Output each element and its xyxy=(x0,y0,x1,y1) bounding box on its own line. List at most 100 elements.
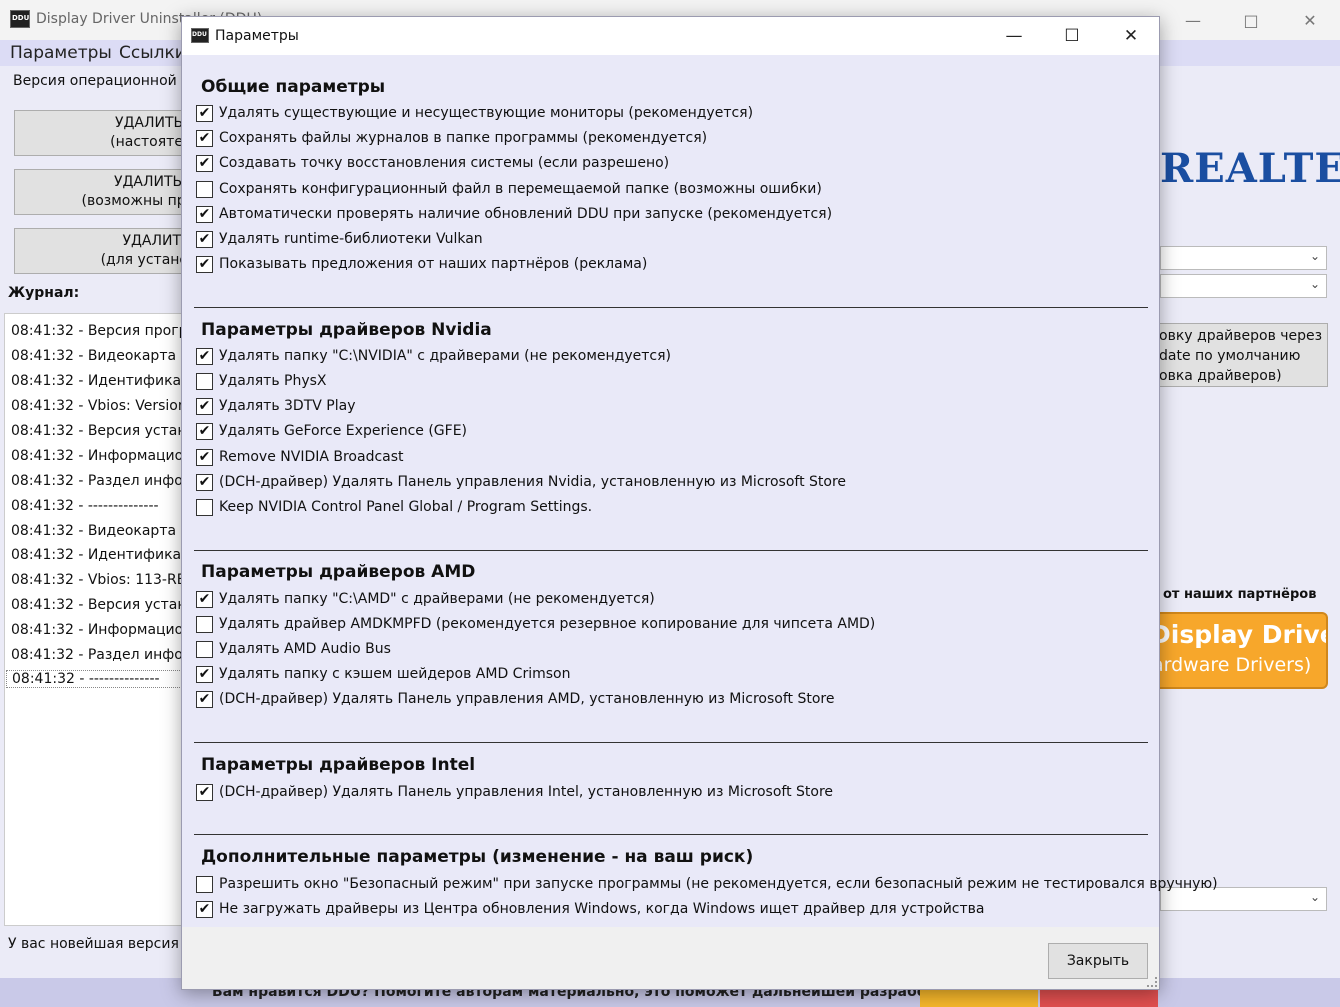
settings-content: Общие параметры ✔ Удалять существующие и … xyxy=(182,55,1218,927)
chevron-down-icon: ⌄ xyxy=(1309,890,1320,904)
option-keep-nvidia-settings[interactable]: Keep NVIDIA Control Panel Global / Progr… xyxy=(196,497,592,517)
dialog-title: Параметры xyxy=(215,28,299,44)
log-line: 08:41:32 - Информацион xyxy=(11,448,193,464)
checkbox[interactable]: ✔ xyxy=(196,473,213,491)
option-remove-nvidia-broadcast[interactable]: ✔ Remove NVIDIA Broadcast xyxy=(196,447,404,467)
ddu-app-icon xyxy=(191,28,209,43)
journal-label: Журнал: xyxy=(8,285,80,301)
log-list[interactable]: 08:41:32 - Версия програ 08:41:32 - Виде… xyxy=(4,313,204,926)
option-remove-physx[interactable]: Удалять PhysX xyxy=(196,371,327,391)
menu-item-links[interactable]: Ссылки xyxy=(119,43,186,63)
maximize-icon[interactable]: ☐ xyxy=(1043,17,1101,55)
checkbox[interactable]: ✔ xyxy=(196,154,213,172)
option-remove-amd-audio-bus[interactable]: Удалять AMD Audio Bus xyxy=(196,639,391,659)
ad-line2: ardware Drivers) xyxy=(1152,654,1312,676)
checkbox[interactable]: ✔ xyxy=(196,205,213,223)
section-divider xyxy=(194,834,1148,835)
option-safe-mode-window[interactable]: Разрешить окно "Безопасный режим" при за… xyxy=(196,874,1218,894)
checkbox[interactable]: ✔ xyxy=(196,665,213,683)
log-line: 08:41:32 - Версия установ xyxy=(11,597,204,613)
partners-label: от наших партнёров xyxy=(1163,587,1317,602)
option-roaming-config[interactable]: Сохранять конфигурационный файл в переме… xyxy=(196,179,822,199)
checkbox[interactable]: ✔ xyxy=(196,347,213,365)
log-line: 08:41:32 - Видеокарта #0 xyxy=(11,348,202,364)
checkbox[interactable]: ✔ xyxy=(196,230,213,248)
option-remove-vulkan[interactable]: ✔ Удалять runtime-библиотеки Vulkan xyxy=(196,229,483,249)
log-line: 08:41:32 - Версия установ xyxy=(11,423,204,439)
option-remove-monitors[interactable]: ✔ Удалять существующие и несуществующие м… xyxy=(196,103,753,123)
option-remove-intel-store-panel[interactable]: ✔ (DCH-драйвер) Удалять Панель управления… xyxy=(196,782,833,802)
option-check-updates[interactable]: ✔ Автоматически проверять наличие обновле… xyxy=(196,204,832,224)
checkbox[interactable]: ✔ xyxy=(196,900,213,918)
resize-grip-icon[interactable] xyxy=(1147,977,1157,987)
checkbox[interactable] xyxy=(196,180,213,198)
option-show-partner-offers[interactable]: ✔ Показывать предложения от наших партнёр… xyxy=(196,254,647,274)
minimize-icon[interactable]: — xyxy=(1164,0,1222,40)
section-title-intel: Параметры драйверов Intel xyxy=(201,755,476,775)
log-line: 08:41:32 - Vbios: Version9 xyxy=(11,398,196,414)
log-line: 08:41:32 - Версия програ xyxy=(11,323,197,339)
option-remove-amdkmpfd[interactable]: Удалять драйвер AMDKMPFD (рекомендуется … xyxy=(196,614,875,634)
checkbox[interactable] xyxy=(196,640,213,658)
dialog-footer: Закрыть xyxy=(182,927,1159,989)
partner-ad-banner[interactable]: Display Driver ardware Drivers) xyxy=(1150,612,1328,689)
option-remove-amd-store-panel[interactable]: ✔ (DCH-драйвер) Удалять Панель управления… xyxy=(196,689,834,709)
checkbox[interactable] xyxy=(196,875,213,893)
checkbox[interactable]: ✔ xyxy=(196,690,213,708)
maximize-icon[interactable]: □ xyxy=(1222,0,1280,40)
log-line: 08:41:32 - Информацион xyxy=(11,622,193,638)
checkbox[interactable]: ✔ xyxy=(196,397,213,415)
menu-item-settings[interactable]: Параметры xyxy=(10,43,112,63)
section-title-amd: Параметры драйверов AMD xyxy=(201,562,476,582)
checkbox[interactable] xyxy=(196,498,213,516)
option-remove-gfe[interactable]: ✔ Удалять GeForce Experience (GFE) xyxy=(196,421,467,441)
checkbox[interactable]: ✔ xyxy=(196,422,213,440)
chevron-down-icon: ⌄ xyxy=(1309,249,1320,263)
checkbox[interactable]: ✔ xyxy=(196,255,213,273)
section-divider xyxy=(194,550,1148,551)
chevron-down-icon: ⌄ xyxy=(1309,277,1320,291)
section-divider xyxy=(194,307,1148,308)
section-divider xyxy=(194,742,1148,743)
option-remove-amd-folder[interactable]: ✔ Удалять папку "C:\AMD" с драйверами (не… xyxy=(196,589,655,609)
section-title-advanced: Дополнительные параметры (изменение - на… xyxy=(201,847,754,867)
checkbox[interactable]: ✔ xyxy=(196,448,213,466)
log-line: 08:41:32 - Раздел информ xyxy=(11,647,203,663)
settings-dialog: Параметры — ☐ ✕ Общие параметры ✔Удалять… xyxy=(181,16,1218,990)
checkbox[interactable] xyxy=(196,615,213,633)
section-title-general: Общие параметры xyxy=(201,77,386,97)
button-line1: овку драйверов через xyxy=(1159,328,1323,344)
option-remove-shader-cache[interactable]: ✔ Удалять папку с кэшем шейдеров AMD Crim… xyxy=(196,664,570,684)
log-line: 08:41:32 - -------------- xyxy=(11,498,159,514)
checkbox[interactable] xyxy=(196,372,213,390)
log-line: 08:41:32 - Видеокарта #0 xyxy=(11,523,202,539)
vendor-select[interactable]: ⌄ xyxy=(1160,274,1327,298)
driver-search-button[interactable]: овку драйверов через date по умолчанию о… xyxy=(1158,323,1328,387)
option-block-windows-update-drivers[interactable]: ✔ Не загружать драйверы из Центра обновле… xyxy=(196,899,985,919)
close-icon[interactable]: ✕ xyxy=(1102,17,1160,55)
section-title-nvidia: Параметры драйверов Nvidia xyxy=(201,320,492,340)
button-line3: овка драйверов) xyxy=(1159,368,1282,384)
option-remove-nvidia-store-panel[interactable]: ✔ (DCH-драйвер) Удалять Панель управления… xyxy=(196,472,846,492)
checkbox[interactable]: ✔ xyxy=(196,590,213,608)
checkbox[interactable]: ✔ xyxy=(196,104,213,122)
vendor-logo: REALTEK xyxy=(1160,145,1340,192)
log-line-selected[interactable]: 08:41:32 - -------------- xyxy=(6,670,202,688)
checkbox[interactable]: ✔ xyxy=(196,783,213,801)
device-type-select[interactable]: ⌄ xyxy=(1160,246,1327,270)
os-version-text: Версия операционной с xyxy=(13,73,189,89)
close-button[interactable]: Закрыть xyxy=(1048,943,1148,979)
dialog-titlebar: Параметры — ☐ ✕ xyxy=(182,17,1159,55)
ad-line1: Display Driver xyxy=(1150,620,1326,649)
option-remove-3dtv[interactable]: ✔ Удалять 3DTV Play xyxy=(196,396,355,416)
log-line: 08:41:32 - Vbios: 113-REN xyxy=(11,572,197,588)
minimize-icon[interactable]: — xyxy=(985,17,1043,55)
checkbox[interactable]: ✔ xyxy=(196,129,213,147)
option-restore-point[interactable]: ✔ Создавать точку восстановления системы … xyxy=(196,153,669,173)
status-text: У вас новейшая версия п xyxy=(8,936,193,952)
close-icon[interactable]: ✕ xyxy=(1281,0,1339,40)
option-save-logs[interactable]: ✔ Сохранять файлы журналов в папке програ… xyxy=(196,128,707,148)
log-line: 08:41:32 - Раздел информ xyxy=(11,473,203,489)
log-line: 08:41:32 - Идентификато xyxy=(11,373,198,389)
option-remove-nvidia-folder[interactable]: ✔ Удалять папку "C:\NVIDIA" с драйверами … xyxy=(196,346,671,366)
